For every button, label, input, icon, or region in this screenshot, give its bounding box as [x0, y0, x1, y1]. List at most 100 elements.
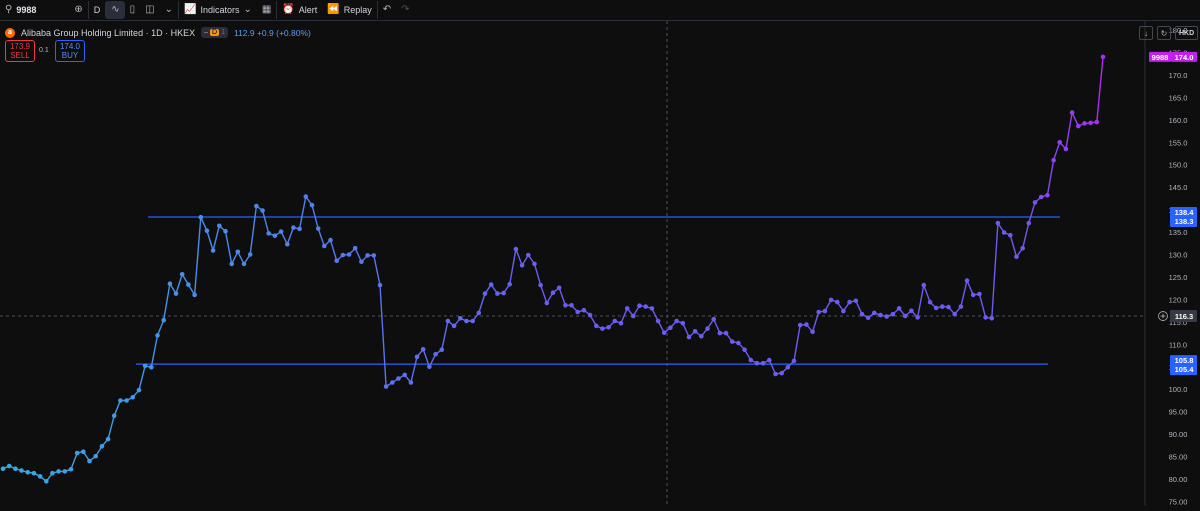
delayed-badge: D — [210, 29, 220, 36]
redo-icon: ↷ — [401, 4, 410, 15]
data-point — [587, 312, 593, 318]
data-point — [0, 466, 6, 472]
data-point — [797, 322, 803, 328]
indicators-button[interactable]: 📈 Indicators ⌄ — [178, 1, 257, 19]
data-point — [890, 311, 896, 317]
crosshair-price-label: 116.3 — [1175, 312, 1193, 321]
data-point — [958, 304, 964, 309]
sell-button[interactable]: 173.9 SELL — [5, 40, 35, 62]
data-point — [297, 226, 302, 232]
data-point — [995, 220, 1001, 226]
undo-button[interactable]: ↶ — [376, 1, 396, 19]
data-point — [420, 347, 426, 352]
layouts-button[interactable]: ▦ — [257, 1, 276, 19]
buy-label: BUY — [61, 51, 79, 60]
data-point — [1032, 200, 1038, 205]
currency-selector[interactable]: HKD — [1175, 26, 1199, 40]
data-point — [822, 308, 828, 314]
data-point — [105, 436, 111, 442]
data-point — [692, 329, 698, 334]
undo-icon: ↶ — [382, 4, 392, 15]
price-chart[interactable]: 180.0175.0170.0165.0160.0155.0150.0145.0… — [0, 21, 1200, 507]
data-point — [1020, 245, 1025, 251]
data-point — [699, 334, 704, 339]
data-point — [909, 308, 914, 314]
price-tick-label: 135.0 — [1169, 228, 1188, 237]
data-point — [272, 233, 278, 238]
data-point — [742, 347, 747, 353]
data-point — [853, 298, 859, 304]
price-tick-label: 90.00 — [1169, 430, 1188, 439]
data-point — [618, 320, 624, 326]
data-point — [804, 322, 809, 327]
data-point — [99, 444, 105, 449]
data-point — [556, 285, 562, 291]
alert-button[interactable]: ⏰ Alert — [276, 1, 322, 19]
data-point — [717, 330, 723, 336]
data-point — [130, 395, 136, 400]
symbol-search[interactable]: ⚲ 9988 — [0, 1, 41, 19]
data-point — [303, 194, 309, 199]
data-point — [334, 258, 340, 264]
data-point — [124, 398, 129, 403]
data-point — [390, 380, 395, 385]
data-point — [285, 241, 290, 247]
price-tick-label: 170.0 — [1169, 71, 1188, 80]
download-icon[interactable]: ↓ — [1139, 26, 1153, 40]
data-point — [223, 228, 228, 234]
data-point — [606, 325, 611, 330]
data-point — [1051, 157, 1056, 163]
redo-button[interactable]: ↷ — [396, 1, 414, 19]
data-point — [495, 291, 500, 296]
buy-button[interactable]: 174.0 BUY — [55, 40, 85, 62]
price-line — [2, 56, 1104, 483]
data-point — [198, 214, 204, 220]
data-point — [340, 252, 346, 258]
refresh-icon[interactable]: ↻ — [1157, 26, 1171, 40]
data-point — [50, 470, 55, 476]
data-point — [896, 306, 902, 311]
data-point — [161, 317, 166, 323]
scale-controls: ↓ ↻ HKD — [1139, 26, 1199, 40]
data-point — [810, 329, 815, 335]
replay-button[interactable]: ⏪ Replay — [322, 1, 376, 19]
bars-button[interactable]: ◫ — [140, 1, 159, 19]
compare-button[interactable]: ⊕ — [69, 1, 87, 19]
data-point — [229, 261, 234, 267]
data-point — [192, 292, 197, 298]
data-point — [142, 363, 148, 369]
data-point — [458, 316, 463, 321]
chart-area[interactable]: 180.0175.0170.0165.0160.0155.0150.0145.0… — [0, 21, 1200, 507]
data-point — [352, 245, 358, 251]
price-tick-label: 85.00 — [1169, 453, 1188, 462]
data-point — [915, 315, 920, 320]
data-point — [865, 315, 871, 321]
data-point — [538, 282, 543, 288]
chart-type-dropdown[interactable]: ⌄ — [160, 1, 178, 19]
data-status-badge[interactable]: – D 1 — [201, 27, 228, 38]
data-point — [513, 246, 519, 252]
price-tick-label: 110.0 — [1169, 340, 1187, 349]
data-point — [847, 299, 852, 305]
data-point — [767, 357, 772, 363]
data-point — [686, 334, 692, 340]
data-point — [1088, 120, 1093, 126]
data-point — [1045, 192, 1050, 198]
chevron-down-icon: ⌄ — [164, 4, 173, 15]
line-chart-button[interactable]: ∿ — [105, 1, 125, 19]
price-tick-label: 160.0 — [1169, 116, 1188, 125]
data-point — [13, 466, 18, 472]
data-point — [835, 299, 840, 305]
data-point — [62, 469, 68, 474]
sell-price: 173.9 — [9, 42, 31, 51]
interval-label: D — [93, 5, 101, 15]
alarm-icon: ⏰ — [282, 4, 295, 15]
resistance-price-b: 138.3 — [1175, 217, 1194, 226]
data-point — [155, 333, 160, 338]
interval-button[interactable]: D — [87, 1, 106, 19]
candles-button[interactable]: ▯ — [125, 1, 141, 19]
price-tick-label: 75.00 — [1169, 498, 1188, 507]
data-point — [56, 469, 61, 474]
symbol-title[interactable]: Alibaba Group Holding Limited · 1D · HKE… — [21, 28, 195, 38]
data-point — [445, 318, 451, 324]
